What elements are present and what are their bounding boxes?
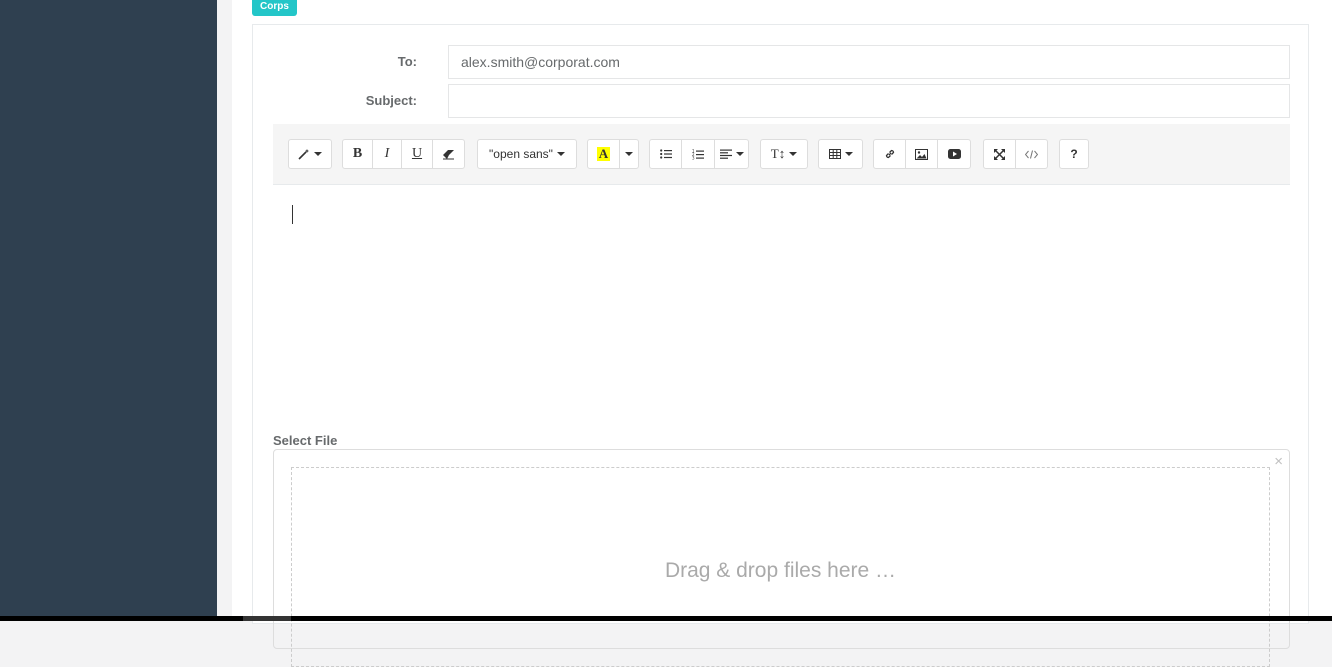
chevron-down-icon [556, 152, 565, 156]
chevron-down-icon [314, 152, 322, 156]
code-view-icon [1025, 149, 1038, 159]
underline-button[interactable]: U [401, 139, 433, 169]
highlight-color-button[interactable]: A [587, 139, 620, 169]
clear-format-button[interactable] [432, 139, 465, 169]
align-dropdown-button[interactable] [714, 139, 749, 169]
link-icon [884, 148, 896, 160]
select-file-label: Select File [273, 433, 338, 448]
color-group: A [587, 139, 639, 169]
corps-badge: Corps [252, 0, 297, 16]
align-left-icon [719, 149, 732, 159]
close-icon[interactable]: × [1274, 453, 1283, 470]
ordered-list-button[interactable]: 123 [681, 139, 715, 169]
table-dropdown-button[interactable] [818, 139, 863, 169]
svg-text:3: 3 [692, 155, 695, 160]
horizontal-scrollbar[interactable] [0, 616, 1332, 621]
font-style-group: B I U [342, 139, 465, 169]
font-name-dropdown[interactable]: "open sans" [477, 139, 577, 169]
color-letter: A [596, 146, 611, 161]
compose-box: To: Subject: B I U "open sans" [252, 24, 1309, 667]
italic-button[interactable]: I [372, 139, 402, 169]
insert-link-button[interactable] [873, 139, 906, 169]
to-field[interactable] [448, 45, 1290, 79]
scrollbar-thumb[interactable] [243, 616, 291, 621]
editor-toolbar: B I U "open sans" A 1 2 3 T↕ ? [273, 124, 1290, 185]
text-cursor [292, 205, 293, 224]
line-height-group: T↕ [760, 139, 808, 169]
subject-field[interactable] [448, 84, 1290, 118]
sidebar [0, 0, 217, 616]
chevron-down-icon [625, 152, 633, 156]
help-group: ? [1059, 139, 1089, 169]
unordered-list-icon [659, 149, 672, 159]
font-name-group: "open sans" [477, 139, 577, 169]
color-dropdown-button[interactable] [619, 139, 639, 169]
fullscreen-icon [994, 148, 1005, 160]
chevron-down-icon [735, 152, 744, 156]
chevron-down-icon [844, 152, 853, 156]
insert-image-button[interactable] [905, 139, 938, 169]
line-height-dropdown[interactable]: T↕ [760, 139, 808, 169]
unordered-list-button[interactable] [649, 139, 682, 169]
paragraph-group: 123 [649, 139, 749, 169]
font-name-label: "open sans" [489, 147, 553, 161]
chevron-down-icon [789, 152, 798, 156]
table-group [818, 139, 863, 169]
drop-hint-text: Drag & drop files here … [664, 559, 897, 582]
eraser-icon [442, 149, 455, 160]
image-icon [915, 148, 928, 160]
text-height-icon: T↕ [770, 146, 786, 161]
style-dropdown-button[interactable] [288, 139, 332, 169]
table-icon [828, 149, 841, 159]
to-label: To: [397, 54, 417, 69]
drop-area[interactable]: Drag & drop files here … [291, 467, 1270, 667]
help-button[interactable]: ? [1059, 139, 1089, 169]
magic-wand-icon [298, 148, 310, 160]
insert-group [873, 139, 971, 169]
view-group [983, 139, 1048, 169]
video-icon [947, 149, 961, 159]
code-view-button[interactable] [1015, 139, 1048, 169]
message-body-editor[interactable] [273, 185, 1290, 415]
ordered-list-icon: 123 [692, 149, 704, 160]
style-group [288, 139, 332, 169]
insert-video-button[interactable] [937, 139, 971, 169]
bold-button[interactable]: B [342, 139, 373, 169]
subject-label: Subject: [365, 93, 417, 108]
fullscreen-button[interactable] [983, 139, 1016, 169]
